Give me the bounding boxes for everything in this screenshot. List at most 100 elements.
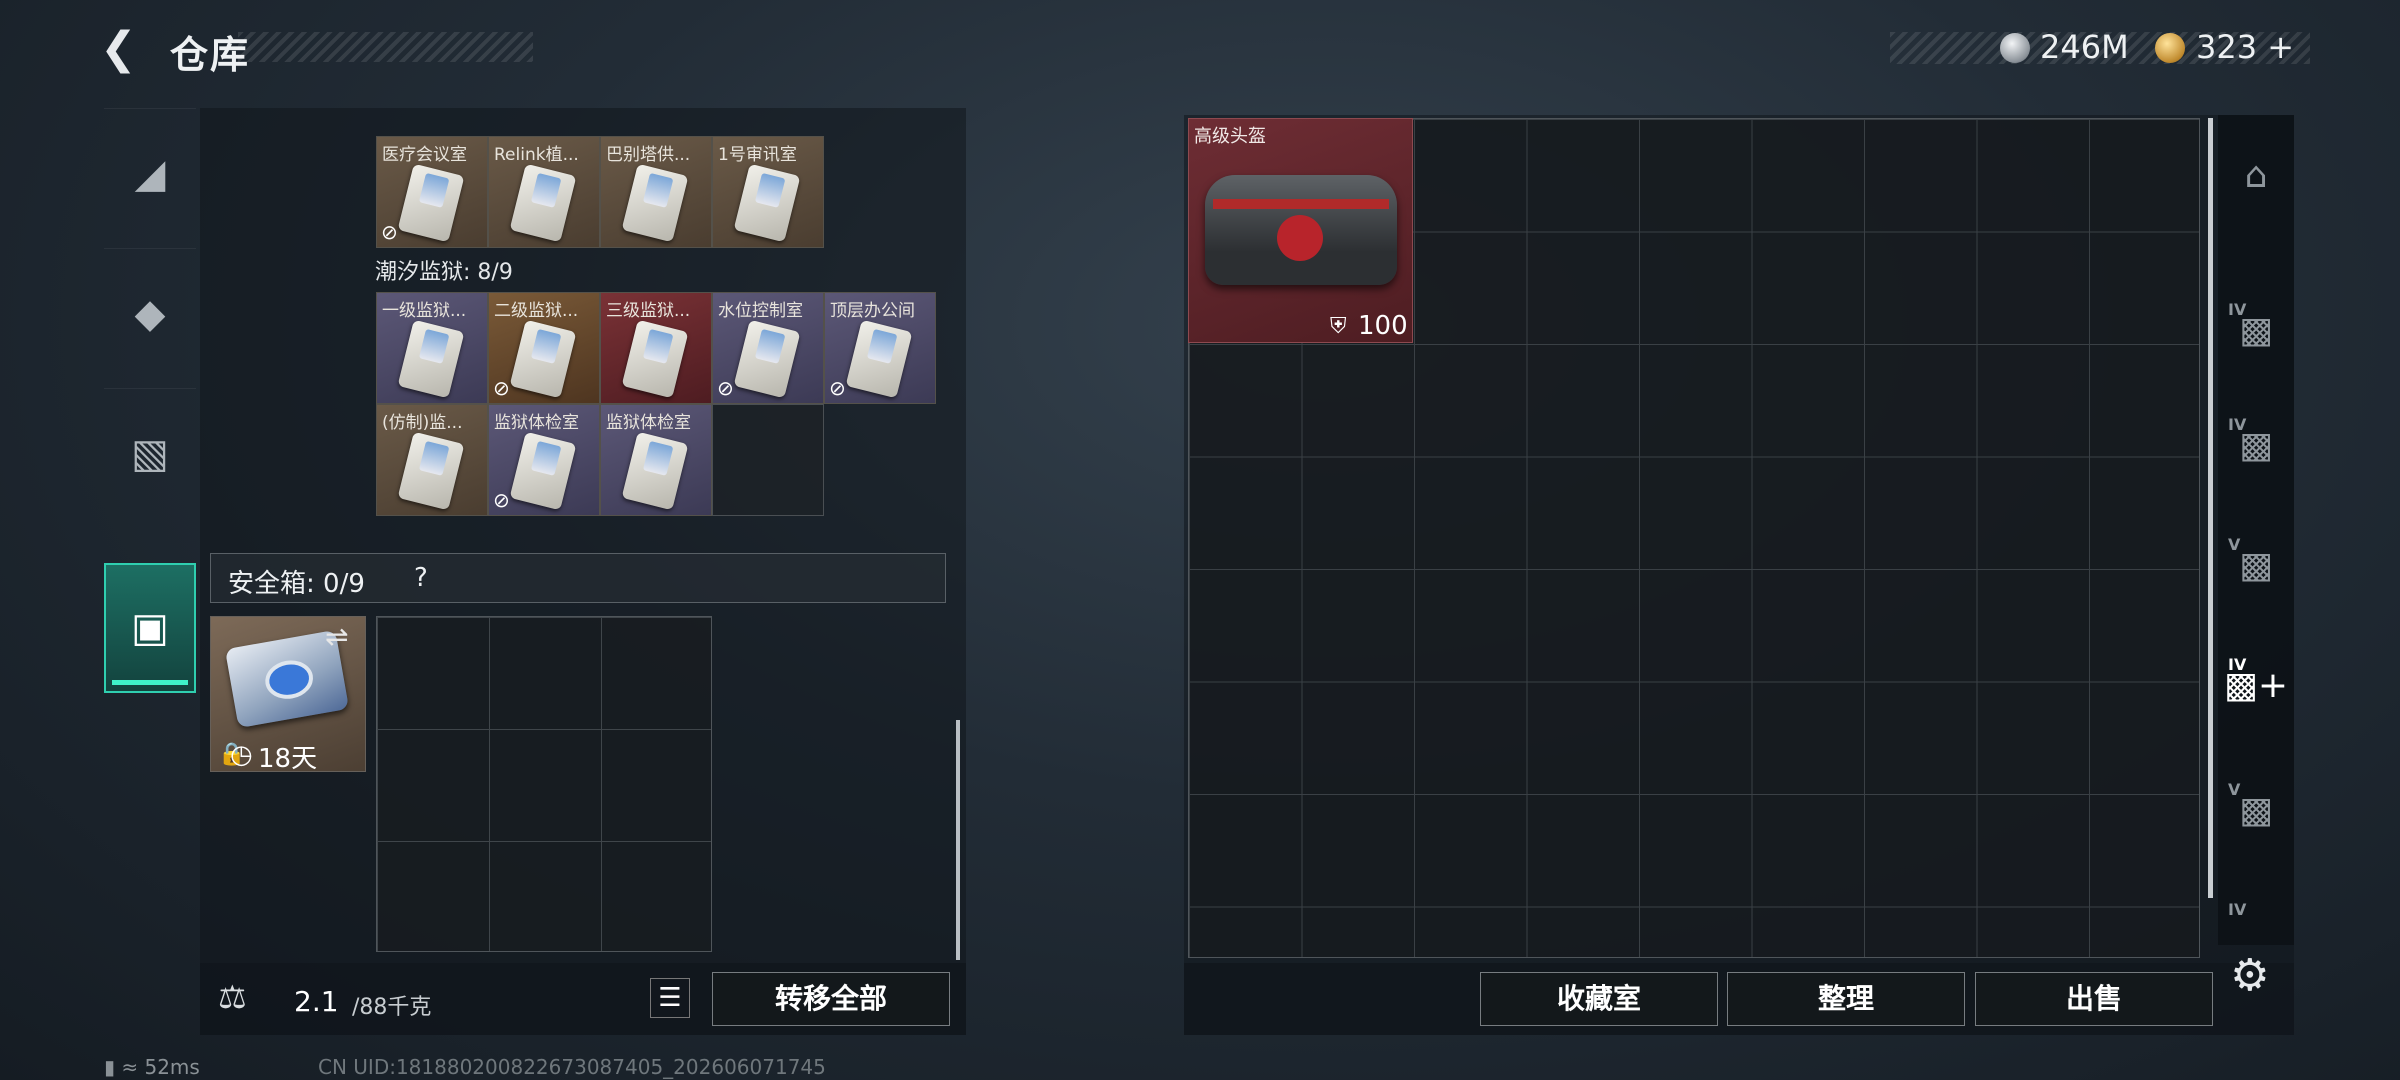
section-title: 潮汐监狱: 8/9	[375, 260, 513, 285]
list-icon: ☰	[658, 983, 682, 1013]
list-view-button[interactable]: ☰	[650, 978, 690, 1018]
safe-box-label: 安全箱: 0/9	[228, 569, 365, 599]
backpack-icon: ▧	[131, 431, 169, 477]
no-transfer-icon: ⊘	[493, 488, 510, 512]
swap-icon[interactable]: ⇌	[325, 620, 348, 653]
title-stripe-decoration	[238, 32, 533, 62]
keycard-label: 巴别塔供...	[606, 145, 691, 165]
home-icon: ⌂	[2244, 154, 2268, 196]
keycard-item[interactable]: Relink植...	[488, 136, 600, 248]
safe-box-duration: 18天	[258, 744, 318, 774]
tier-label: IV	[2228, 415, 2247, 434]
keycard-label: 顶层办公间	[830, 301, 915, 321]
keycard-label: 三级监狱...	[606, 301, 691, 321]
keycard-item[interactable]: 二级监狱... ⊘	[488, 292, 600, 404]
nav-toolbox-tab[interactable]: ▣	[104, 563, 196, 693]
nav-backpack-tab[interactable]: ▧	[104, 388, 196, 519]
transfer-all-button[interactable]: 转移全部	[712, 972, 950, 1026]
keycard-image	[397, 431, 465, 511]
gun-icon: ◢	[134, 151, 166, 197]
keycard-image	[733, 319, 801, 399]
sell-button[interactable]: 出售	[1975, 972, 2213, 1026]
warehouse-tab[interactable]: IV	[2218, 890, 2294, 930]
safe-box-grid[interactable]	[376, 616, 712, 952]
clock-icon: ◷	[230, 740, 253, 770]
keycard-label: 二级监狱...	[494, 301, 579, 321]
item-name: 高级头盔	[1194, 126, 1266, 147]
no-transfer-icon: ⊘	[493, 376, 510, 400]
no-transfer-icon: ⊘	[717, 376, 734, 400]
keycard-label: 一级监狱...	[382, 301, 467, 321]
keycard-item[interactable]: 水位控制室 ⊘	[712, 292, 824, 404]
keycard-item[interactable]: 三级监狱...	[600, 292, 712, 404]
helmet-item[interactable]	[1188, 118, 1413, 343]
warehouse-tab[interactable]: V ▩	[2218, 770, 2294, 850]
keycard-label: 监狱体检室	[606, 413, 691, 433]
bag-image	[1205, 175, 1397, 285]
warehouse-tab-main[interactable]: ⌂	[2218, 135, 2294, 215]
armor-vest-icon: ◆	[134, 291, 166, 337]
keycard-item[interactable]: 一级监狱...	[376, 292, 488, 404]
tier-label: IV	[2228, 300, 2247, 319]
keycard-image	[509, 319, 577, 399]
user-uid: CN UID:18188020082267308740​5_2026060717…	[318, 1055, 826, 1079]
keycard-image	[621, 431, 689, 511]
storage-icon: ▩	[2238, 789, 2273, 831]
no-transfer-icon: ⊘	[829, 376, 846, 400]
keycard-item[interactable]: (仿制)监...	[376, 404, 488, 516]
category-nav: ◢ ◆ ▧ ▣	[104, 108, 196, 728]
warehouse-tab[interactable]: V ▩	[2218, 525, 2294, 605]
warehouse-tab-add[interactable]: IV ▩+	[2218, 645, 2294, 725]
right-scrollbar[interactable]	[2208, 118, 2213, 898]
tier-label: V	[2228, 535, 2241, 554]
item-durability: 100	[1358, 311, 1408, 341]
no-transfer-icon: ⊘	[381, 220, 398, 244]
currency-silver-amount: 246M	[2040, 28, 2129, 66]
keycard-image	[397, 163, 465, 243]
back-arrow-icon[interactable]: ❮	[100, 26, 146, 72]
keycard-label: Relink植...	[494, 145, 579, 165]
keycard-image	[733, 163, 801, 243]
tier-label: IV	[2228, 900, 2247, 919]
nav-armor-tab[interactable]: ◆	[104, 248, 196, 379]
keycard-image	[621, 163, 689, 243]
collection-room-button[interactable]: 收藏室	[1480, 972, 1718, 1026]
keycard-item[interactable]: 医疗会议室 ⊘	[376, 136, 488, 248]
left-scrollbar[interactable]	[956, 720, 960, 960]
help-icon[interactable]: ?	[414, 563, 428, 593]
empty-slot[interactable]	[712, 404, 824, 516]
keycard-item[interactable]: 1号审讯室	[712, 136, 824, 248]
warehouse-tab[interactable]: IV ▩	[2218, 405, 2294, 485]
keycard-image	[509, 431, 577, 511]
weight-value: 2.1	[294, 985, 339, 1018]
weight-icon: ⚖	[218, 978, 247, 1016]
keycard-label: 医疗会议室	[382, 145, 467, 165]
keycard-image	[397, 319, 465, 399]
nav-weapons-tab[interactable]: ◢	[104, 108, 196, 239]
keycard-image	[845, 319, 913, 399]
keycard-image	[509, 163, 577, 243]
keycard-label: 水位控制室	[718, 301, 803, 321]
storage-icon: ▩	[2238, 544, 2273, 586]
tier-label: IV	[2228, 655, 2247, 674]
sort-button[interactable]: 整理	[1727, 972, 1965, 1026]
ping-value: 52ms	[144, 1055, 200, 1079]
weight-capacity: /88千克	[352, 995, 432, 1020]
keycard-item[interactable]: 顶层办公间 ⊘	[824, 292, 936, 404]
gear-icon[interactable]: ⚙	[2230, 950, 2269, 1001]
keycard-image	[621, 319, 689, 399]
keycard-label: (仿制)监...	[382, 413, 463, 433]
currency-gold-amount[interactable]: 323 +	[2196, 28, 2294, 66]
keycard-item[interactable]: 巴别塔供...	[600, 136, 712, 248]
tier-label: V	[2228, 780, 2241, 799]
status-ping: ▮ ≈ 52ms	[104, 1055, 200, 1079]
keycard-label: 监狱体检室	[494, 413, 579, 433]
keycard-item[interactable]: 监狱体检室 ⊘	[488, 404, 600, 516]
toolbox-icon: ▣	[131, 605, 169, 651]
gold-coin-icon	[2155, 33, 2185, 63]
silver-coin-icon	[2000, 33, 2030, 63]
add-currency-icon[interactable]: +	[2267, 28, 2294, 66]
keycard-label: 1号审讯室	[718, 145, 797, 165]
keycard-item[interactable]: 监狱体检室	[600, 404, 712, 516]
warehouse-tab[interactable]: IV ▩	[2218, 290, 2294, 370]
